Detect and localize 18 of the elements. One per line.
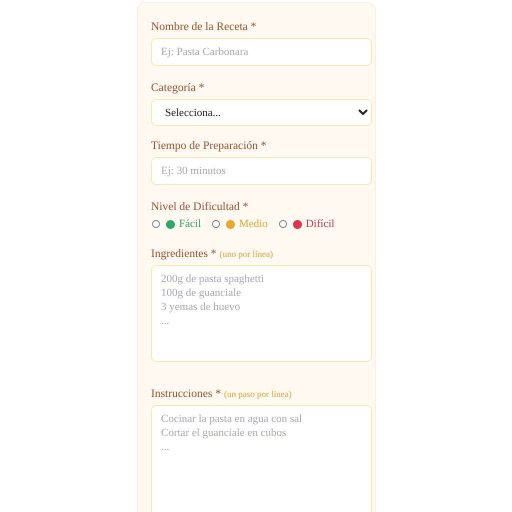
option-label[interactable]: Fácil	[179, 218, 201, 230]
field-label: Categoría *	[151, 82, 204, 94]
text-field[interactable]: Ej: 30 minutos	[151, 157, 372, 185]
text-area[interactable]: 200g de pasta spaghetti 100g de guanciale 3 yemas de huevo ...	[151, 265, 372, 362]
field-label: Instrucciones *	[151, 388, 221, 400]
field-label: Ingredientes *	[151, 248, 216, 260]
field-label: Nombre de la Receta *	[151, 21, 256, 33]
radio-button[interactable]	[278, 220, 287, 228]
hint-text: (uno por línea)	[219, 249, 273, 259]
option-label[interactable]: Difícil	[306, 218, 334, 230]
hint-text: (un paso por línea)	[224, 389, 292, 399]
field-label: Tiempo de Preparación *	[151, 140, 267, 152]
field-label: Nivel de Dificultad *	[151, 201, 248, 213]
category-dropdown[interactable]: Selecciona...	[151, 99, 372, 126]
radio-button[interactable]	[152, 220, 160, 228]
text-area[interactable]: Cocinar la pasta en agua con sal Cortar el guanciale en cubos ...	[151, 405, 372, 512]
text-field[interactable]: Ej: Pasta Carbonara	[151, 38, 372, 66]
radio-button[interactable]	[212, 220, 220, 228]
